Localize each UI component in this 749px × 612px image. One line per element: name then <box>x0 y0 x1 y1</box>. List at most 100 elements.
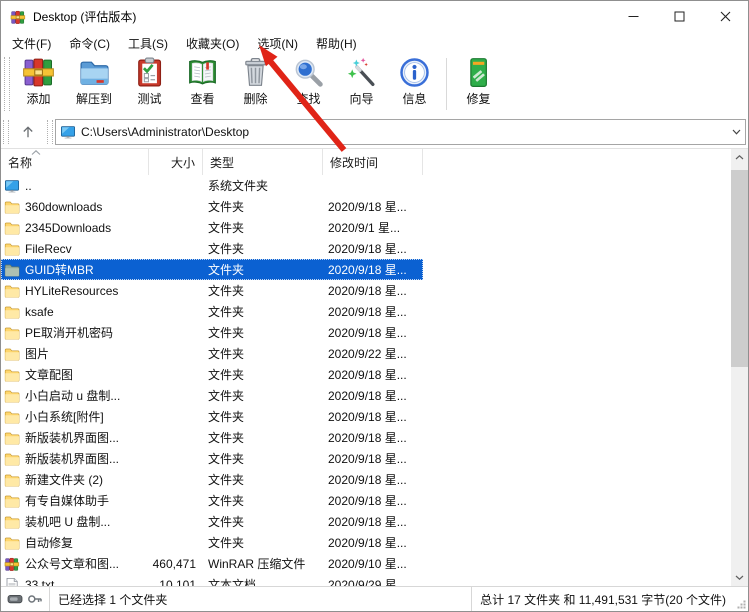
window-controls <box>610 1 748 32</box>
file-row[interactable]: ksafe 文件夹 2020/9/18 星... <box>1 301 731 322</box>
folder-icon <box>4 430 20 446</box>
scroll-up-button[interactable] <box>731 149 748 166</box>
title-bar: Desktop (评估版本) <box>1 1 748 32</box>
find-button[interactable]: 查找 <box>282 54 335 107</box>
file-row[interactable]: FileRecv 文件夹 2020/9/18 星... <box>1 238 731 259</box>
file-row[interactable]: 自动修复 文件夹 2020/9/18 星... <box>1 532 731 553</box>
file-row[interactable]: 2345Downloads 文件夹 2020/9/1 星... <box>1 217 731 238</box>
test-button[interactable]: 测试 <box>123 54 176 107</box>
disk-icon[interactable] <box>7 591 23 607</box>
address-gripper[interactable] <box>3 120 9 144</box>
file-row[interactable]: 新版装机界面图... 文件夹 2020/9/18 星... <box>1 427 731 448</box>
folder-icon <box>4 451 20 467</box>
file-list: 名称 大小 类型 修改时间 .. 系统文件夹 360downloads <box>1 148 748 586</box>
view-toolbar-icon <box>186 56 219 89</box>
vertical-scrollbar[interactable] <box>731 149 748 586</box>
column-header-type[interactable]: 类型 <box>203 149 323 175</box>
info-button[interactable]: 信息 <box>388 54 441 107</box>
resize-grip-icon <box>737 600 746 609</box>
totals-status-text: 总计 17 文件夹 和 11,491,531 字节(20 个文件) <box>472 591 734 608</box>
wizard-button[interactable]: 向导 <box>335 54 388 107</box>
desktop-icon <box>4 178 20 194</box>
winrar-window: Desktop (评估版本) 文件(F)命令(C)工具(S)收藏夹(O)选项(N… <box>0 0 749 612</box>
wizard-toolbar-icon <box>345 56 378 89</box>
repair-toolbar-icon <box>462 56 495 89</box>
column-headers: 名称 大小 类型 修改时间 <box>1 149 748 175</box>
file-list-body: .. 系统文件夹 360downloads 文件夹 2020/9/18 星...… <box>1 175 731 586</box>
menu-item-5[interactable]: 选项(N) <box>248 32 307 55</box>
chevron-up-icon <box>735 155 744 160</box>
file-row[interactable]: 有专自媒体助手 文件夹 2020/9/18 星... <box>1 490 731 511</box>
scrollbar-thumb[interactable] <box>731 170 748 367</box>
file-row[interactable]: 33.txt 10,101 文本文档 2020/9/29 星... <box>1 574 731 586</box>
column-header-name[interactable]: 名称 <box>1 149 149 175</box>
menu-item-2[interactable]: 命令(C) <box>60 32 119 55</box>
menu-bar: 文件(F)命令(C)工具(S)收藏夹(O)选项(N)帮助(H) <box>1 32 748 54</box>
folder-icon <box>4 493 20 509</box>
winrar-app-icon <box>10 9 26 25</box>
up-arrow-icon <box>21 125 35 139</box>
address-combobox[interactable]: C:\Users\Administrator\Desktop <box>55 119 746 145</box>
rar-icon <box>4 556 20 572</box>
chevron-down-icon <box>735 575 744 580</box>
sort-ascending-icon <box>31 150 41 155</box>
folder-icon <box>4 346 20 362</box>
file-row[interactable]: 图片 文件夹 2020/9/22 星... <box>1 343 731 364</box>
extract-button[interactable]: 解压到 <box>65 54 123 107</box>
folder-icon <box>4 199 20 215</box>
desktop-icon <box>60 124 76 140</box>
file-row[interactable]: 新版装机界面图... 文件夹 2020/9/18 星... <box>1 448 731 469</box>
file-row[interactable]: 装机吧 U 盘制... 文件夹 2020/9/18 星... <box>1 511 731 532</box>
folder-icon <box>4 367 20 383</box>
address-path[interactable]: C:\Users\Administrator\Desktop <box>81 125 728 139</box>
folder-icon <box>4 325 20 341</box>
menu-item-6[interactable]: 帮助(H) <box>307 32 366 55</box>
file-row[interactable]: 公众号文章和图... 460,471 WinRAR 压缩文件 2020/9/10… <box>1 553 731 574</box>
file-row[interactable]: 新建文件夹 (2) 文件夹 2020/9/18 星... <box>1 469 731 490</box>
file-row[interactable]: HYLiteResources 文件夹 2020/9/18 星... <box>1 280 731 301</box>
file-row[interactable]: 文章配图 文件夹 2020/9/18 星... <box>1 364 731 385</box>
folder-icon <box>4 388 20 404</box>
up-directory-button[interactable] <box>11 119 45 145</box>
delete-toolbar-icon <box>239 56 272 89</box>
view-button[interactable]: 查看 <box>176 54 229 107</box>
address-row: C:\Users\Administrator\Desktop <box>1 116 748 148</box>
file-row[interactable]: GUID转MBR 文件夹 2020/9/18 星... <box>1 259 423 280</box>
menu-item-4[interactable]: 收藏夹(O) <box>177 32 248 55</box>
chevron-down-icon <box>732 129 741 135</box>
toolbar: 添加 解压到 测试 查看 删除 查找 向导 信息 修复 <box>1 54 748 116</box>
close-button[interactable] <box>702 1 748 32</box>
folder-icon <box>4 409 20 425</box>
selection-status-text: 已经选择 1 个文件夹 <box>50 591 471 608</box>
window-title: Desktop (评估版本) <box>33 8 610 25</box>
file-row[interactable]: 360downloads 文件夹 2020/9/18 星... <box>1 196 731 217</box>
file-row[interactable]: PE取消开机密码 文件夹 2020/9/18 星... <box>1 322 731 343</box>
status-totals: 总计 17 文件夹 和 11,491,531 字节(20 个文件) <box>472 587 748 611</box>
file-row[interactable]: .. 系统文件夹 <box>1 175 731 196</box>
folder-icon <box>4 514 20 530</box>
resize-grip[interactable] <box>734 587 748 611</box>
toolbar-gripper[interactable] <box>4 57 10 111</box>
column-header-size[interactable]: 大小 <box>149 149 203 175</box>
maximize-button[interactable] <box>656 1 702 32</box>
address-gripper-2[interactable] <box>47 120 53 144</box>
folder-icon <box>4 283 20 299</box>
status-icons <box>1 587 49 611</box>
folder-icon <box>4 535 20 551</box>
menu-item-3[interactable]: 工具(S) <box>119 32 177 55</box>
file-row[interactable]: 小白系统[附件] 文件夹 2020/9/18 星... <box>1 406 731 427</box>
folder-icon <box>4 472 20 488</box>
file-row[interactable]: 小白启动 u 盘制... 文件夹 2020/9/18 星... <box>1 385 731 406</box>
minimize-button[interactable] <box>610 1 656 32</box>
key-icon[interactable] <box>27 591 43 607</box>
folder-icon <box>4 241 20 257</box>
add-button[interactable]: 添加 <box>12 54 65 107</box>
status-bar: 已经选择 1 个文件夹 总计 17 文件夹 和 11,491,531 字节(20… <box>1 586 748 611</box>
column-header-date[interactable]: 修改时间 <box>323 149 423 175</box>
address-dropdown-button[interactable] <box>728 120 745 144</box>
repair-button[interactable]: 修复 <box>452 54 505 107</box>
scroll-down-button[interactable] <box>731 569 748 586</box>
txt-icon <box>4 577 20 587</box>
menu-item-1[interactable]: 文件(F) <box>3 32 60 55</box>
delete-button[interactable]: 删除 <box>229 54 282 107</box>
